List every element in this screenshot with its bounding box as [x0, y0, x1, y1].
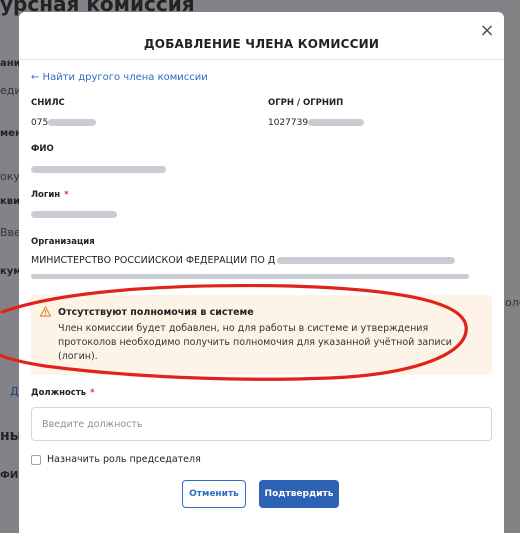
- organization-value-text: МИНИСТЕРСТВО РОССИЙСКОЙ ФЕДЕРАЦИИ ПО Д: [31, 255, 276, 266]
- redacted-mask: [308, 119, 365, 126]
- login-label: Логин *: [31, 190, 69, 200]
- position-label: Должность *: [31, 388, 95, 398]
- login-value: [31, 210, 117, 220]
- required-mark: *: [90, 388, 95, 398]
- snils-value: 075: [31, 118, 97, 128]
- redacted-mask: [277, 257, 456, 264]
- snils-label: СНИЛС: [31, 98, 65, 108]
- organization-value-line-1: МИНИСТЕРСТВО РОССИЙСКОЙ ФЕДЕРАЦИИ ПО Д: [31, 255, 481, 266]
- dialog-title: ДОБАВЛЕНИЕ ЧЛЕНА КОМИССИИ: [143, 37, 380, 51]
- alert-message: Член комиссии будет добавлен, но для раб…: [58, 323, 452, 362]
- chairman-checkbox[interactable]: [31, 455, 41, 465]
- fio-label: ФИО: [31, 144, 54, 154]
- confirm-button[interactable]: Подтвердить: [259, 480, 339, 508]
- ogrn-value: 1027739: [268, 118, 365, 128]
- position-input-placeholder: Введите должность: [42, 419, 143, 430]
- redacted-mask: [31, 211, 117, 218]
- redacted-mask: [31, 166, 166, 173]
- snils-value-text: 075: [31, 118, 49, 128]
- organization-value-line-2: [31, 271, 481, 282]
- warning-icon: [40, 306, 51, 317]
- position-label-text: Должность: [31, 388, 87, 398]
- redacted-mask: [48, 119, 97, 126]
- login-label-text: Логин: [31, 190, 61, 200]
- required-mark: *: [64, 190, 69, 200]
- header-divider: [19, 59, 504, 60]
- no-permissions-alert: Отсутствуют полномочия в системе Член ко…: [31, 295, 492, 375]
- find-other-member-link[interactable]: ← Найти другого члена комиссии: [31, 72, 208, 83]
- redacted-mask: [31, 274, 469, 279]
- position-input[interactable]: Введите должность: [31, 407, 492, 441]
- alert-title: Отсутствуют полномочия в системе: [58, 307, 254, 318]
- ogrn-label: ОГРН / ОГРНИП: [268, 98, 344, 108]
- fio-value: [31, 165, 166, 175]
- add-member-dialog: ДОБАВЛЕНИЕ ЧЛЕНА КОМИССИИ × ← Найти друг…: [19, 12, 504, 533]
- cancel-button[interactable]: Отменить: [182, 480, 246, 508]
- ogrn-value-text: 1027739: [268, 118, 309, 128]
- chairman-checkbox-label[interactable]: Назначить роль председателя: [47, 454, 201, 465]
- organization-label: Организация: [31, 237, 95, 247]
- close-icon[interactable]: ×: [478, 22, 496, 40]
